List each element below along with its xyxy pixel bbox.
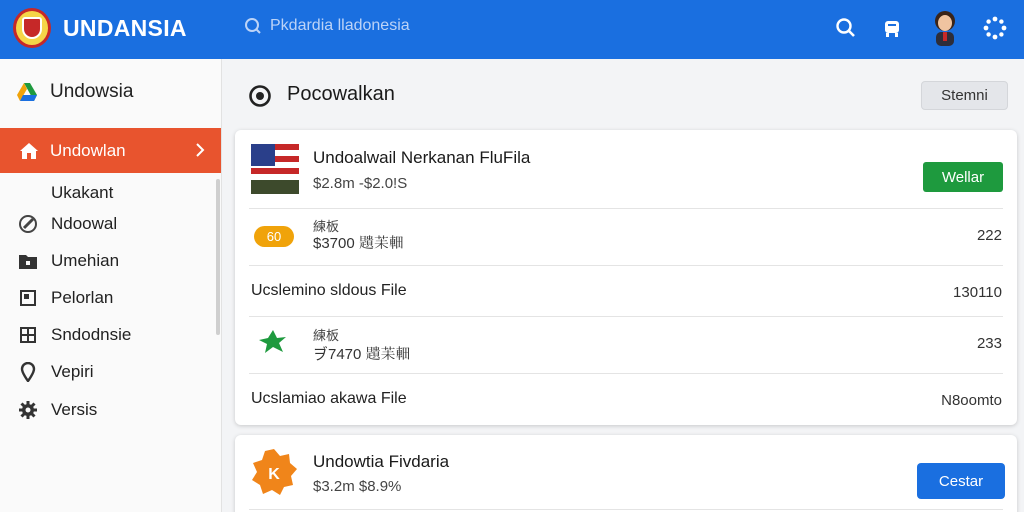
location-icon: [18, 362, 38, 382]
divider: [249, 373, 1003, 374]
flag-thumbnail: [251, 144, 299, 194]
app-logo[interactable]: [13, 8, 51, 48]
chevron-right-icon: [196, 143, 205, 157]
app-title: UNDANSIA: [63, 15, 187, 41]
row-value: ヺ7470 𧸯苿䡒: [313, 346, 411, 363]
list-card: Undoalwail Nerkanan FluFila $2.8m -$2.0!…: [235, 130, 1017, 425]
home-icon: [20, 143, 38, 159]
sidebar-item-versis[interactable]: Versis: [0, 392, 221, 428]
grid-icon: [18, 325, 38, 345]
record-icon: [249, 85, 271, 107]
sidebar-item-umehian[interactable]: Umehian: [0, 243, 221, 279]
sidebar-item-pelorlan[interactable]: Pelorlan: [0, 280, 221, 316]
svg-text:K: K: [268, 466, 280, 483]
search-input[interactable]: Pkdardia lladonesia: [270, 17, 410, 35]
row-number: N8oomto: [941, 392, 1002, 409]
row-caption: 練板: [313, 328, 340, 343]
search-box[interactable]: Pkdardia lladonesia: [244, 17, 410, 35]
file-row-label[interactable]: Ucslemino sldous File: [251, 282, 407, 300]
row-caption: 練板: [313, 219, 340, 234]
divider: [249, 208, 1003, 209]
row-number: 130110: [953, 284, 1002, 301]
item-title: Undowtia Fivdaria: [313, 452, 450, 471]
drive-logo-icon: [17, 83, 37, 101]
item-title: Undoalwail Nerkanan FluFila: [313, 148, 531, 167]
document-icon: [18, 288, 38, 308]
edit-icon: [18, 214, 38, 234]
divider: [249, 316, 1003, 317]
notification-icon[interactable]: [878, 14, 906, 42]
top-action-button[interactable]: Stemni: [921, 81, 1008, 110]
top-bar: UNDANSIA Pkdardia lladonesia: [0, 0, 1024, 59]
row-number: 233: [976, 335, 1002, 352]
divider: [249, 509, 1003, 510]
sidebar-item-ndoowal[interactable]: Ndoowal: [0, 206, 221, 242]
settings-gear-icon[interactable]: [981, 14, 1009, 42]
gear-icon: [18, 400, 38, 420]
sidebar-item-vepiri[interactable]: Vepiri: [0, 354, 221, 390]
cestar-button[interactable]: Cestar: [917, 463, 1005, 499]
sidebar-item-active[interactable]: Undowlan: [0, 128, 221, 173]
sidebar-item-sndodnsie[interactable]: Sndodnsie: [0, 317, 221, 353]
row-number: 222: [976, 227, 1002, 244]
sidebar-heading[interactable]: Undowsia: [16, 81, 133, 103]
list-card: K Undowtia Fivdaria $3.2m $8.9% Cestar: [235, 435, 1017, 512]
search-icon: [245, 18, 261, 34]
search-button-icon[interactable]: [832, 14, 860, 42]
status-badge: 60: [254, 226, 294, 247]
page-title: Pocowalkan: [287, 83, 395, 105]
row-value: $3700 𧸯苿䡒: [313, 235, 404, 252]
sidebar-scrollbar[interactable]: [216, 179, 220, 335]
file-row-label[interactable]: Ucslamiao akawa File: [251, 390, 407, 408]
divider: [249, 265, 1003, 266]
folder-icon: [18, 251, 38, 271]
item-price: $2.8m -$2.0!S: [313, 175, 408, 192]
sidebar: Undowsia Undowlan Ukakant Ndoowal Umehia…: [0, 59, 222, 512]
avatar[interactable]: [930, 10, 960, 46]
leaf-icon: [259, 330, 286, 353]
badge-icon: K: [252, 449, 297, 495]
item-price: $3.2m $8.9%: [313, 478, 402, 495]
wellar-button[interactable]: Wellar: [923, 162, 1003, 192]
